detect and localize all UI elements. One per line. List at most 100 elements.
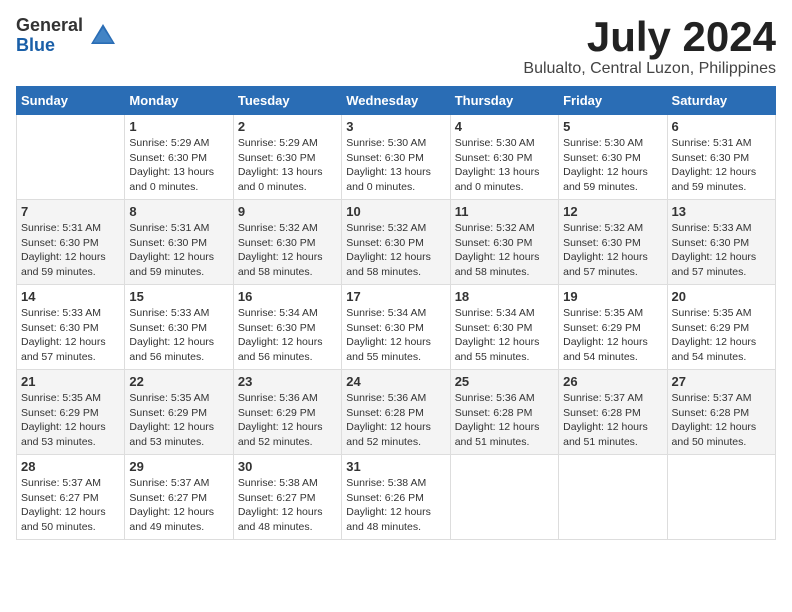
month-title: July 2024 (523, 16, 776, 58)
col-header-wednesday: Wednesday (342, 87, 450, 115)
col-header-friday: Friday (559, 87, 667, 115)
day-number: 26 (563, 374, 662, 389)
day-info: Sunrise: 5:30 AM Sunset: 6:30 PM Dayligh… (346, 136, 445, 195)
col-header-tuesday: Tuesday (233, 87, 341, 115)
day-number: 31 (346, 459, 445, 474)
calendar-cell: 4 Sunrise: 5:30 AM Sunset: 6:30 PM Daylig… (450, 115, 558, 200)
day-info: Sunrise: 5:31 AM Sunset: 6:30 PM Dayligh… (129, 221, 228, 280)
day-number: 23 (238, 374, 337, 389)
col-header-saturday: Saturday (667, 87, 775, 115)
day-number: 19 (563, 289, 662, 304)
day-info: Sunrise: 5:37 AM Sunset: 6:28 PM Dayligh… (672, 391, 771, 450)
calendar-cell: 29Sunrise: 5:37 AM Sunset: 6:27 PM Dayli… (125, 455, 233, 540)
day-number: 8 (129, 204, 228, 219)
day-number: 29 (129, 459, 228, 474)
calendar-cell: 10 Sunrise: 5:32 AM Sunset: 6:30 PM Dayli… (342, 200, 450, 285)
day-number: 16 (238, 289, 337, 304)
calendar-cell: 8 Sunrise: 5:31 AM Sunset: 6:30 PM Daylig… (125, 200, 233, 285)
day-number: 6 (672, 119, 771, 134)
day-number: 20 (672, 289, 771, 304)
calendar-cell: 3 Sunrise: 5:30 AM Sunset: 6:30 PM Daylig… (342, 115, 450, 200)
calendar-cell (667, 455, 775, 540)
week-row-2: 7 Sunrise: 5:31 AM Sunset: 6:30 PM Daylig… (17, 200, 776, 285)
calendar-cell (450, 455, 558, 540)
day-number: 15 (129, 289, 228, 304)
day-info: Sunrise: 5:36 AM Sunset: 6:29 PM Dayligh… (238, 391, 337, 450)
calendar-cell: 19 Sunrise: 5:35 AM Sunset: 6:29 PM Dayli… (559, 285, 667, 370)
day-number: 3 (346, 119, 445, 134)
logo: General Blue (16, 16, 119, 56)
day-info: Sunrise: 5:30 AM Sunset: 6:30 PM Dayligh… (455, 136, 554, 195)
calendar-cell: 5 Sunrise: 5:30 AM Sunset: 6:30 PM Daylig… (559, 115, 667, 200)
day-info: Sunrise: 5:30 AM Sunset: 6:30 PM Dayligh… (563, 136, 662, 195)
week-row-5: 28 Sunrise: 5:37 AM Sunset: 6:27 PM Dayli… (17, 455, 776, 540)
calendar-cell: 6Sunrise: 5:31 AM Sunset: 6:30 PM Daylig… (667, 115, 775, 200)
day-number: 14 (21, 289, 120, 304)
calendar-cell: 17Sunrise: 5:34 AM Sunset: 6:30 PM Dayli… (342, 285, 450, 370)
day-info: Sunrise: 5:33 AM Sunset: 6:30 PM Dayligh… (21, 306, 120, 365)
day-info: Sunrise: 5:31 AM Sunset: 6:30 PM Dayligh… (21, 221, 120, 280)
logo-icon (87, 20, 119, 52)
day-number: 21 (21, 374, 120, 389)
title-block: July 2024 Bulualto, Central Luzon, Phili… (523, 16, 776, 78)
day-info: Sunrise: 5:33 AM Sunset: 6:30 PM Dayligh… (129, 306, 228, 365)
week-row-1: 1 Sunrise: 5:29 AM Sunset: 6:30 PM Daylig… (17, 115, 776, 200)
day-number: 25 (455, 374, 554, 389)
calendar-cell: 11Sunrise: 5:32 AM Sunset: 6:30 PM Dayli… (450, 200, 558, 285)
day-info: Sunrise: 5:36 AM Sunset: 6:28 PM Dayligh… (346, 391, 445, 450)
logo-general: General (16, 16, 83, 36)
location-title: Bulualto, Central Luzon, Philippines (523, 60, 776, 78)
calendar-cell: 16 Sunrise: 5:34 AM Sunset: 6:30 PM Dayli… (233, 285, 341, 370)
day-info: Sunrise: 5:32 AM Sunset: 6:30 PM Dayligh… (346, 221, 445, 280)
day-info: Sunrise: 5:33 AM Sunset: 6:30 PM Dayligh… (672, 221, 771, 280)
day-info: Sunrise: 5:35 AM Sunset: 6:29 PM Dayligh… (21, 391, 120, 450)
day-info: Sunrise: 5:29 AM Sunset: 6:30 PM Dayligh… (238, 136, 337, 195)
day-info: Sunrise: 5:38 AM Sunset: 6:26 PM Dayligh… (346, 476, 445, 535)
col-header-thursday: Thursday (450, 87, 558, 115)
calendar-cell: 1 Sunrise: 5:29 AM Sunset: 6:30 PM Daylig… (125, 115, 233, 200)
col-header-sunday: Sunday (17, 87, 125, 115)
calendar-cell: 22Sunrise: 5:35 AM Sunset: 6:29 PM Dayli… (125, 370, 233, 455)
calendar-cell: 27 Sunrise: 5:37 AM Sunset: 6:28 PM Dayli… (667, 370, 775, 455)
day-number: 11 (455, 204, 554, 219)
day-number: 1 (129, 119, 228, 134)
calendar-cell: 31 Sunrise: 5:38 AM Sunset: 6:26 PM Dayli… (342, 455, 450, 540)
day-info: Sunrise: 5:37 AM Sunset: 6:27 PM Dayligh… (21, 476, 120, 535)
day-info: Sunrise: 5:38 AM Sunset: 6:27 PM Dayligh… (238, 476, 337, 535)
day-info: Sunrise: 5:35 AM Sunset: 6:29 PM Dayligh… (563, 306, 662, 365)
calendar-cell: 21 Sunrise: 5:35 AM Sunset: 6:29 PM Dayli… (17, 370, 125, 455)
calendar-cell: 7 Sunrise: 5:31 AM Sunset: 6:30 PM Daylig… (17, 200, 125, 285)
day-number: 13 (672, 204, 771, 219)
header-row: SundayMondayTuesdayWednesdayThursdayFrid… (17, 87, 776, 115)
day-number: 27 (672, 374, 771, 389)
day-number: 4 (455, 119, 554, 134)
calendar-cell: 12 Sunrise: 5:32 AM Sunset: 6:30 PM Dayli… (559, 200, 667, 285)
day-number: 28 (21, 459, 120, 474)
col-header-monday: Monday (125, 87, 233, 115)
day-number: 10 (346, 204, 445, 219)
day-info: Sunrise: 5:34 AM Sunset: 6:30 PM Dayligh… (238, 306, 337, 365)
day-number: 7 (21, 204, 120, 219)
day-info: Sunrise: 5:29 AM Sunset: 6:30 PM Dayligh… (129, 136, 228, 195)
calendar-cell: 13 Sunrise: 5:33 AM Sunset: 6:30 PM Dayli… (667, 200, 775, 285)
day-info: Sunrise: 5:32 AM Sunset: 6:30 PM Dayligh… (563, 221, 662, 280)
calendar-cell: 28 Sunrise: 5:37 AM Sunset: 6:27 PM Dayli… (17, 455, 125, 540)
day-info: Sunrise: 5:36 AM Sunset: 6:28 PM Dayligh… (455, 391, 554, 450)
day-info: Sunrise: 5:37 AM Sunset: 6:28 PM Dayligh… (563, 391, 662, 450)
week-row-4: 21 Sunrise: 5:35 AM Sunset: 6:29 PM Dayli… (17, 370, 776, 455)
logo-blue: Blue (16, 36, 83, 56)
calendar-cell (559, 455, 667, 540)
day-number: 18 (455, 289, 554, 304)
calendar-cell: 24 Sunrise: 5:36 AM Sunset: 6:28 PM Dayli… (342, 370, 450, 455)
day-info: Sunrise: 5:32 AM Sunset: 6:30 PM Dayligh… (238, 221, 337, 280)
day-number: 12 (563, 204, 662, 219)
day-number: 22 (129, 374, 228, 389)
day-info: Sunrise: 5:34 AM Sunset: 6:30 PM Dayligh… (455, 306, 554, 365)
calendar-cell: 9Sunrise: 5:32 AM Sunset: 6:30 PM Daylig… (233, 200, 341, 285)
calendar-cell: 15 Sunrise: 5:33 AM Sunset: 6:30 PM Dayli… (125, 285, 233, 370)
calendar-cell: 30Sunrise: 5:38 AM Sunset: 6:27 PM Dayli… (233, 455, 341, 540)
calendar-cell (17, 115, 125, 200)
day-number: 5 (563, 119, 662, 134)
calendar-cell: 26 Sunrise: 5:37 AM Sunset: 6:28 PM Dayli… (559, 370, 667, 455)
day-number: 24 (346, 374, 445, 389)
